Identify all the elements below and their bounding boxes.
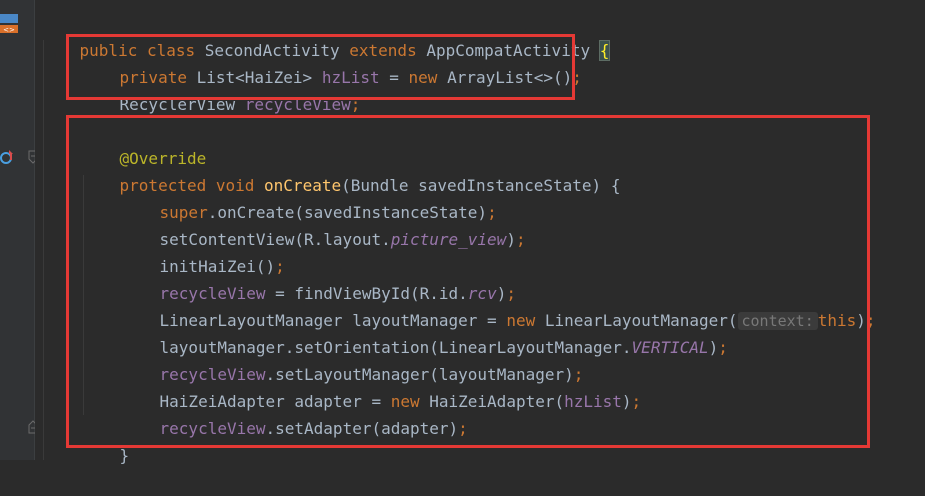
code-line-setorientation: layoutManager.setOrientation(LinearLayou… [121, 307, 728, 357]
parameter-hint: context: [737, 312, 818, 330]
paren: ) [708, 338, 719, 357]
matched-brace: { [598, 40, 611, 61]
resource-id: picture_view [390, 230, 507, 249]
semicolon: ; [458, 419, 468, 438]
code-line-inithaizei: initHaiZei(); [121, 226, 285, 276]
code-line-closing-brace: } [81, 415, 130, 465]
type: RecyclerView [119, 95, 245, 114]
semicolon: ; [515, 230, 526, 249]
code-line-super-call: super.onCreate(savedInstanceState); [121, 172, 497, 222]
keyword: this [817, 311, 857, 330]
paren: ) [621, 392, 632, 411]
keyword: new [408, 68, 448, 87]
semicolon: ; [350, 95, 361, 114]
class-file-icon[interactable]: <> [0, 12, 18, 34]
override-method-icon[interactable] [0, 148, 14, 166]
method-call: .setAdapter(adapter) [265, 419, 459, 438]
code-line-class-declaration: public class SecondActivity extends AppC… [41, 10, 611, 61]
indent-guide [43, 40, 44, 460]
semicolon: ; [631, 392, 642, 411]
code-editor[interactable]: public class SecondActivity extends AppC… [35, 0, 925, 465]
code-line-setcontentview: setContentView(R.layout.picture_view); [121, 199, 526, 249]
code-line-field-recycleview: RecyclerView recycleView; [81, 64, 361, 114]
paren: ) [506, 230, 516, 249]
paren: ) [856, 311, 866, 330]
editor-gutter: <> [0, 0, 38, 460]
field-name: recycleView [159, 419, 266, 438]
brace: } [119, 446, 130, 465]
constructor-call: ArrayList<>() [447, 68, 573, 87]
code-line-adapter: HaiZeiAdapter adapter = new HaiZeiAdapte… [121, 361, 642, 411]
code-line-setadapter: recycleView.setAdapter(adapter); [121, 388, 468, 438]
operator: = [379, 68, 409, 87]
constant: VERTICAL [631, 338, 709, 357]
semicolon: ; [865, 311, 876, 330]
field-name: hzList [564, 392, 622, 411]
code-line-findviewbyid: recycleView = findViewById(R.id.rcv); [121, 253, 516, 303]
field-name: recycleView [244, 95, 351, 114]
svg-text:<>: <> [3, 26, 15, 34]
code-line-setlayoutmanager: recycleView.setLayoutManager(layoutManag… [121, 334, 584, 384]
code-line-annotation: @Override [81, 118, 207, 168]
code-line-layoutmanager: LinearLayoutManager layoutManager = new … [121, 280, 876, 330]
code-line-oncreate-signature: protected void onCreate(Bundle savedInst… [81, 145, 621, 195]
semicolon: ; [718, 338, 728, 357]
code-line-field-hzlist: private List<HaiZei> hzList = new ArrayL… [81, 37, 582, 87]
semicolon: ; [572, 68, 582, 87]
